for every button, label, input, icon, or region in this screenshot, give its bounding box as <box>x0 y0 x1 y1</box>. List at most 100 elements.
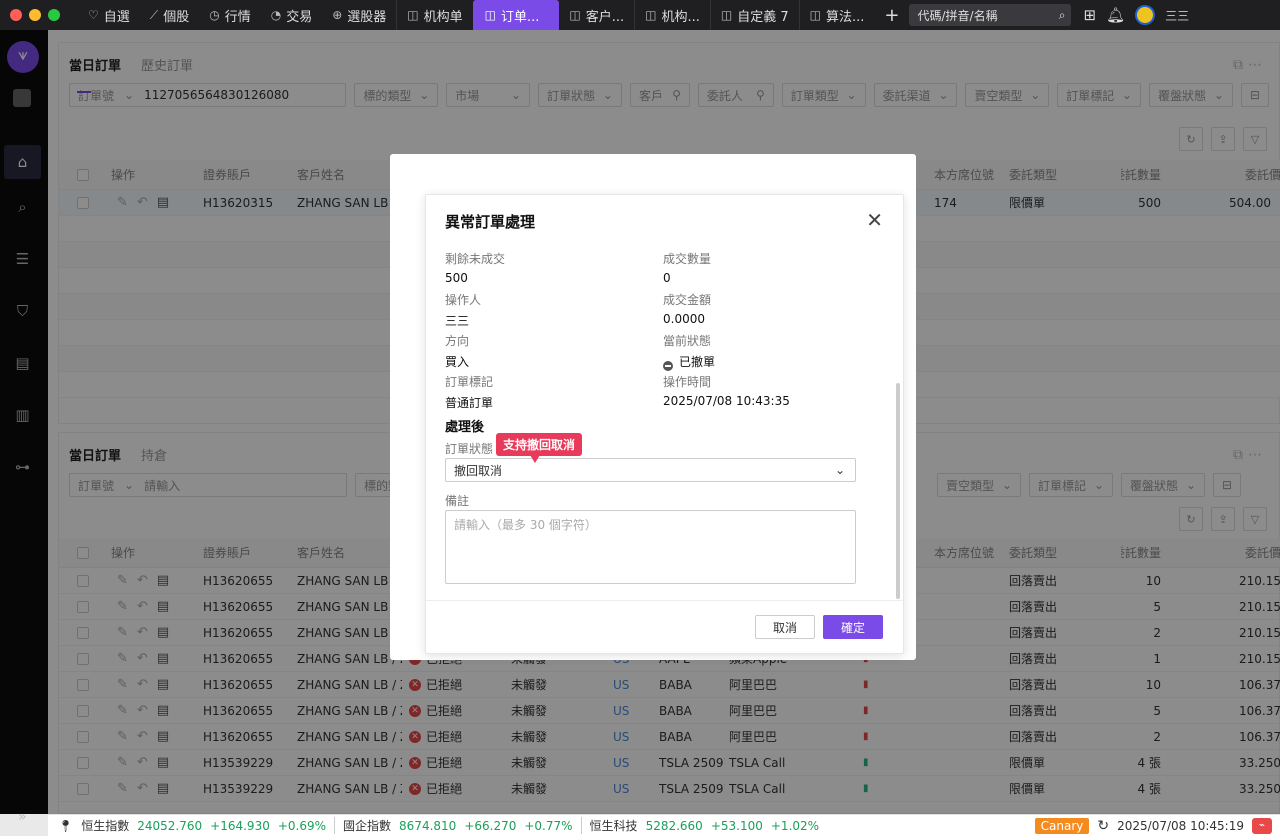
index-0[interactable]: 恒生指數 24052.760 +164.930 +0.69% <box>73 817 334 834</box>
abnormal-order-dialog: 異常訂單處理 ✕ 剩餘未成交 500 成交數量 0 操作人三三 成交金額 0.0000 方向買… <box>425 194 904 654</box>
tab-label: 机构单 <box>423 9 463 25</box>
tab-label: 交易 <box>286 9 313 25</box>
market-status-bar: 📍︎ 恒生指數 24052.760 +164.930 +0.69% 國企指數 8674.8… <box>48 814 1280 836</box>
add-tab-button[interactable]: + <box>874 5 907 26</box>
panel-icon: ◫ <box>484 8 496 22</box>
index-change: +53.100 <box>710 818 763 833</box>
clock-icon: ◷ <box>209 8 220 22</box>
remark-label: 備註 <box>445 494 470 508</box>
field-3: 成交金額 0.0000 <box>663 291 711 326</box>
field-value-text: 0.0000 <box>663 312 705 326</box>
field-label: 操作人 <box>445 293 482 307</box>
tab-2[interactable]: ◷ 行情 <box>199 0 261 30</box>
field-value: 已撤單 <box>663 353 715 371</box>
field-label: 操作時間 <box>663 375 712 389</box>
heart-icon: ♡ <box>88 8 99 22</box>
field-value-text: 三三 <box>445 314 470 328</box>
index-1[interactable]: 國企指數 8674.810 +66.270 +0.77% <box>334 817 581 834</box>
cancel-button[interactable]: 取消 <box>755 615 815 639</box>
tab-5[interactable]: ◫ 机构单 <box>396 0 472 30</box>
close-icon[interactable]: ✕ <box>866 208 883 232</box>
avatar[interactable] <box>1135 5 1156 25</box>
order-status-value: 撤回取消 <box>454 463 503 478</box>
field-value-text: 買入 <box>445 355 470 369</box>
search-icon: ⌕ <box>1058 7 1066 22</box>
section-after-processing: 處理後 <box>445 420 485 435</box>
tab-0[interactable]: ♡ 自選 <box>78 0 140 30</box>
history-icon: ◔ <box>270 8 282 22</box>
index-change: +66.270 <box>464 818 517 833</box>
field-4: 方向 買入 <box>445 332 469 370</box>
close-window-button[interactable] <box>10 9 22 21</box>
field-label: 方向 <box>445 334 470 348</box>
dialog-scrollbar[interactable] <box>896 383 900 599</box>
index-pct: +1.02% <box>770 818 820 833</box>
index-2[interactable]: 恒生科技 5282.660 +53.100 +1.02% <box>580 817 828 834</box>
index-pct: +0.69% <box>277 818 327 833</box>
tab-3[interactable]: ◔ 交易 <box>261 0 323 30</box>
minimize-window-button[interactable] <box>29 9 41 21</box>
tab-label: 订单... <box>500 9 540 25</box>
index-name: 恒生指數 <box>81 819 130 833</box>
panel-icon: ◫ <box>720 8 733 22</box>
field-value: 0.0000 <box>663 312 711 326</box>
field-value: 2025/07/08 10:43:35 <box>663 394 790 408</box>
tab-label: 客户... <box>585 9 625 25</box>
order-status-select[interactable]: 撤回取消 ⌄ <box>445 458 856 482</box>
tab-label: 自定義 7 <box>737 9 789 25</box>
global-search[interactable]: 代碼/拼音/名稱 ⌕ <box>909 4 1072 26</box>
tab-8[interactable]: ◫ 机构... <box>634 0 710 30</box>
panel-icon: ◫ <box>569 8 581 22</box>
refresh-icon[interactable]: ↻ <box>1097 818 1109 834</box>
tab-label: 選股器 <box>347 9 387 25</box>
tab-10[interactable]: ◫ 算法... <box>798 0 875 30</box>
field-0: 剩餘未成交 500 <box>445 250 505 285</box>
field-value: 0 <box>663 271 711 285</box>
field-label: 成交金額 <box>663 293 712 307</box>
field-label: 當前狀態 <box>663 334 712 348</box>
field-value-text: 已撤單 <box>679 355 716 369</box>
field-value-text: 0 <box>663 271 671 285</box>
bell-icon[interactable]: 🔔︎ <box>1106 6 1125 24</box>
apps-grid-icon[interactable]: ⊞ <box>1083 6 1096 24</box>
field-value-text: 2025/07/08 10:43:35 <box>663 394 790 408</box>
field-value-text: 500 <box>445 271 468 285</box>
field-label: 成交數量 <box>663 252 712 266</box>
index-name: 恒生科技 <box>589 819 638 833</box>
confirm-button[interactable]: 確定 <box>823 615 883 639</box>
field-label: 剩餘未成交 <box>445 252 506 266</box>
field-value-text: 普通訂單 <box>445 396 494 410</box>
remark-textarea[interactable]: 請輸入（最多 30 個字符） <box>445 510 856 584</box>
tab-label: 机构... <box>661 9 700 25</box>
tab-9[interactable]: ◫ 自定義 7 <box>709 0 799 30</box>
panel-icon: ◫ <box>809 8 821 22</box>
index-change: +164.930 <box>210 818 270 833</box>
panel-icon: ◫ <box>407 8 419 22</box>
index-value: 24052.760 <box>137 818 203 833</box>
field-value: 三三 <box>445 312 481 329</box>
field-5: 當前狀態已撤單 <box>663 332 715 371</box>
tab-1[interactable]: ⟋ 個股 <box>140 0 199 30</box>
tooltip-revert-cancel: 支持撤回取消 <box>496 433 583 463</box>
tab-7[interactable]: ◫ 客户... <box>559 0 634 30</box>
tab-4[interactable]: ⊕ 選股器 <box>322 0 396 30</box>
dialog-footer-divider <box>426 600 903 601</box>
field-1: 成交數量 0 <box>663 250 711 285</box>
username[interactable]: 三三 <box>1165 7 1189 24</box>
index-value: 8674.810 <box>399 818 457 833</box>
trend-chart-icon: ⟋ <box>149 7 159 22</box>
field-6: 訂單標記 普通訂單 <box>445 373 493 411</box>
field-7: 操作時間 2025/07/08 10:43:35 <box>663 373 790 408</box>
chevron-down-icon: ⌄ <box>834 463 845 477</box>
tab-6[interactable]: ◫ 订单... <box>472 0 560 30</box>
index-value: 5282.660 <box>645 818 703 833</box>
zoom-window-button[interactable] <box>48 9 60 21</box>
pin-icon[interactable]: 📍︎ <box>48 819 73 833</box>
field-value: 買入 <box>445 353 469 370</box>
index-name: 國企指數 <box>343 819 392 833</box>
alert-icon[interactable]: ⌁ <box>1252 817 1272 834</box>
status-cancelled-icon <box>663 361 673 371</box>
app-tabs: ♡ 自選 ⟋ 個股 ◷ 行情 ◔ 交易 ⊕ 選股器 ◫ 机构单 ◫ 订单... ◫ 客户... ◫ 机构... ◫ 自… <box>78 0 874 30</box>
dialog-title: 異常訂單處理 <box>445 213 536 231</box>
global-search-input[interactable]: 代碼/拼音/名稱 <box>917 7 997 24</box>
